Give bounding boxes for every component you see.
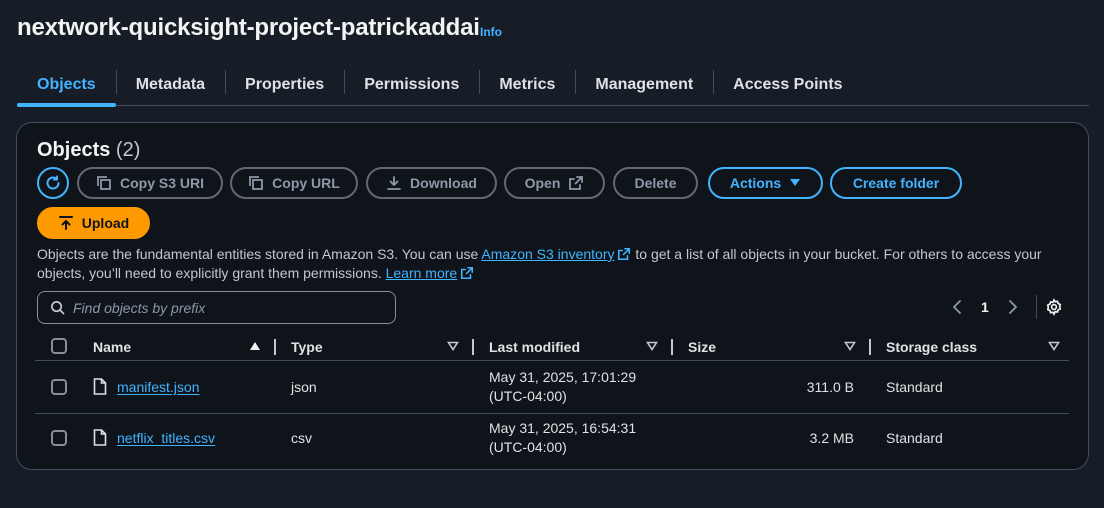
tab-bar: Objects Metadata Properties Permissions …	[17, 64, 1089, 107]
objects-count: (2)	[115, 139, 141, 161]
search-icon	[51, 301, 65, 315]
copy-icon	[249, 176, 264, 190]
download-icon	[387, 176, 401, 190]
last-modified-date: May 31, 2025, 17:01:29	[489, 369, 637, 385]
objects-panel: Objects (2) Copy S3 URI Copy URL Downloa…	[16, 122, 1089, 470]
sort-icon[interactable]	[844, 341, 856, 351]
object-type: csv	[291, 430, 312, 446]
select-all-checkbox[interactable]	[51, 338, 67, 354]
create-folder-label: Create folder	[852, 175, 940, 191]
column-header-storage-class[interactable]: Storage class	[886, 333, 977, 361]
object-storage-class: Standard	[886, 379, 943, 395]
prev-page-icon[interactable]	[951, 295, 963, 319]
copy-s3-uri-button[interactable]: Copy S3 URI	[77, 167, 223, 199]
sort-icon[interactable]	[447, 341, 459, 351]
copy-icon	[97, 176, 111, 190]
actions-dropdown[interactable]: Actions	[708, 167, 823, 199]
tab-management[interactable]: Management	[575, 64, 713, 105]
table-row[interactable]: netflix_titles.csv csv May 31, 2025, 16:…	[35, 413, 1069, 464]
object-size: 311.0 B	[806, 379, 854, 395]
object-size: 3.2 MB	[809, 430, 854, 446]
gear-icon[interactable]	[1045, 298, 1063, 316]
next-page-icon[interactable]	[1007, 295, 1019, 319]
caret-down-icon	[790, 179, 801, 186]
refresh-button[interactable]	[37, 167, 69, 199]
last-modified-timezone: (UTC-04:00)	[489, 388, 567, 404]
external-link-icon	[618, 247, 631, 261]
upload-icon	[58, 216, 73, 230]
object-last-modified: May 31, 2025, 17:01:29 (UTC-04:00)	[489, 368, 636, 406]
table-row[interactable]: manifest.json json May 31, 2025, 17:01:2…	[35, 362, 1069, 413]
s3-inventory-link-label: Amazon S3 inventory	[481, 246, 615, 262]
download-button[interactable]: Download	[366, 167, 497, 199]
column-header-last-modified[interactable]: Last modified	[489, 333, 580, 361]
last-modified-timezone: (UTC-04:00)	[489, 439, 567, 455]
search-input[interactable]: Find objects by prefix	[37, 291, 396, 324]
tab-permissions[interactable]: Permissions	[344, 64, 479, 105]
tab-properties[interactable]: Properties	[225, 64, 344, 105]
tab-metadata[interactable]: Metadata	[115, 64, 225, 105]
sort-icon[interactable]	[1048, 341, 1060, 351]
description-text-1: Objects are the fundamental entities sto…	[37, 246, 482, 262]
copy-s3-uri-label: Copy S3 URI	[119, 175, 204, 191]
column-header-size[interactable]: Size	[688, 333, 716, 361]
last-modified-date: May 31, 2025, 16:54:31	[489, 420, 637, 436]
tab-access-points[interactable]: Access Points	[713, 64, 862, 105]
object-name: manifest.json	[117, 379, 200, 395]
external-link-icon	[461, 266, 474, 280]
object-name-link[interactable]: netflix_titles.csv	[117, 429, 215, 448]
upload-label: Upload	[81, 215, 130, 231]
learn-more-link[interactable]: Learn more	[386, 265, 475, 281]
actions-label: Actions	[729, 175, 782, 191]
column-header-name[interactable]: Name	[93, 333, 131, 361]
refresh-icon	[46, 175, 60, 190]
create-folder-button[interactable]: Create folder	[830, 167, 962, 199]
object-storage-class: Standard	[886, 430, 943, 446]
file-icon	[93, 378, 107, 395]
s3-inventory-link[interactable]: Amazon S3 inventory	[481, 246, 631, 262]
column-divider	[274, 339, 276, 355]
info-link[interactable]: Info	[480, 25, 502, 39]
delete-label: Delete	[634, 175, 677, 191]
object-name: netflix_titles.csv	[117, 430, 216, 446]
copy-url-button[interactable]: Copy URL	[230, 167, 358, 199]
open-label: Open	[524, 175, 561, 191]
pagination-divider	[1036, 295, 1037, 319]
table-header: Name Type Last modified Size Storage cla…	[35, 333, 1069, 361]
tab-objects[interactable]: Objects	[17, 64, 116, 107]
object-last-modified: May 31, 2025, 16:54:31 (UTC-04:00)	[489, 419, 636, 457]
column-divider	[472, 339, 474, 355]
external-link-icon	[569, 176, 584, 190]
sort-ascending-icon[interactable]	[249, 341, 261, 351]
row-checkbox[interactable]	[51, 430, 67, 446]
current-page-number[interactable]: 1	[981, 299, 989, 315]
file-icon	[93, 429, 107, 446]
object-name-link[interactable]: manifest.json	[117, 378, 199, 397]
column-divider	[671, 339, 673, 355]
delete-button[interactable]: Delete	[613, 167, 698, 199]
tab-metrics[interactable]: Metrics	[479, 64, 575, 105]
copy-url-label: Copy URL	[272, 175, 340, 191]
column-header-type[interactable]: Type	[291, 333, 323, 361]
row-checkbox[interactable]	[51, 379, 67, 395]
objects-heading: Objects (2)	[37, 139, 140, 162]
search-placeholder: Find objects by prefix	[73, 299, 206, 316]
page-title: nextwork-quicksight-project-patrickaddai	[17, 14, 480, 41]
download-label: Download	[410, 175, 477, 191]
objects-description: Objects are the fundamental entities sto…	[37, 245, 1073, 283]
column-divider	[869, 339, 871, 355]
sort-icon[interactable]	[646, 341, 658, 351]
open-button[interactable]: Open	[504, 167, 605, 199]
object-type: json	[291, 379, 317, 395]
upload-button[interactable]: Upload	[37, 207, 150, 239]
learn-more-label: Learn more	[385, 265, 458, 281]
objects-heading-label: Objects	[37, 139, 111, 161]
